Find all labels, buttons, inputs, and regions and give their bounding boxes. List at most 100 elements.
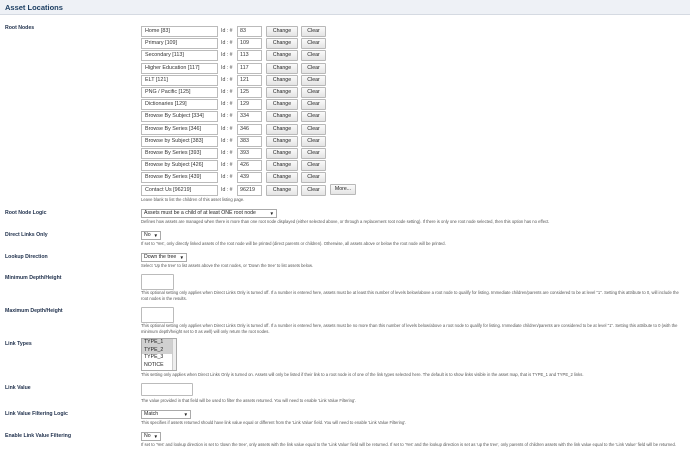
root-node-id-field[interactable]: 426: [237, 160, 262, 172]
root-node-name-field[interactable]: Browse By Series [393]: [141, 148, 218, 159]
root-node-id-field[interactable]: 113: [237, 50, 262, 62]
clear-button[interactable]: Clear: [301, 62, 326, 74]
root-node-logic-label: Root Node Logic: [5, 210, 47, 216]
chevron-down-icon: ▼: [183, 412, 188, 417]
enable-link-value-filtering-value: No: [144, 433, 151, 439]
link-value-filtering-logic-select[interactable]: Match ▼: [141, 410, 191, 419]
id-label: Id : #: [221, 28, 233, 34]
clear-button[interactable]: Clear: [301, 74, 326, 86]
root-node-id-field[interactable]: 83: [237, 26, 262, 37]
change-button[interactable]: Change: [266, 184, 298, 196]
root-node-id-field[interactable]: 346: [237, 123, 262, 135]
root-node-name-field[interactable]: Browse By Subject [334]: [141, 111, 218, 123]
root-node-name-field[interactable]: Secondary [113]: [141, 50, 218, 62]
change-button[interactable]: Change: [266, 74, 298, 86]
link-value-filtering-logic-label: Link Value Filtering Logic: [5, 411, 68, 417]
clear-button[interactable]: Clear: [301, 160, 326, 172]
clear-button[interactable]: Clear: [301, 50, 326, 62]
change-button[interactable]: Change: [266, 135, 298, 147]
more-button[interactable]: More...: [330, 184, 356, 195]
change-button[interactable]: Change: [266, 50, 298, 62]
root-node-id-field[interactable]: 96219: [237, 184, 262, 196]
root-node-id-field[interactable]: 125: [237, 87, 262, 98]
root-node-name-field[interactable]: Browse By Series [439]: [141, 172, 218, 184]
clear-button[interactable]: Clear: [301, 135, 326, 147]
change-button[interactable]: Change: [266, 123, 298, 135]
root-node-logic-select[interactable]: Assets must be a child of at least ONE r…: [141, 209, 277, 218]
max-depth-input[interactable]: [141, 307, 174, 323]
link-value-filtering-logic-value: Match: [144, 411, 159, 417]
root-node-name-field[interactable]: Dictionaries [129]: [141, 99, 218, 111]
change-button[interactable]: Change: [266, 172, 298, 184]
id-label: Id : #: [221, 89, 233, 95]
link-type-option[interactable]: TYPE_3: [142, 354, 176, 362]
root-node-name-field[interactable]: Browse by Subject [383]: [141, 135, 218, 147]
link-type-option[interactable]: NOTICE: [142, 362, 176, 370]
change-button[interactable]: Change: [266, 62, 298, 74]
lookup-direction-value: Down the tree: [144, 254, 177, 260]
root-node-id-field[interactable]: 383: [237, 135, 262, 147]
min-depth-label: Minimum Depth/Height: [5, 275, 62, 281]
root-node-name-field[interactable]: Contact Us [96219]: [141, 184, 218, 196]
root-node-name-field[interactable]: Browse By Series [346]: [141, 123, 218, 135]
direct-links-only-select[interactable]: No ▼: [141, 231, 161, 240]
lookup-direction-select[interactable]: Down the tree ▼: [141, 253, 187, 262]
root-node-name-field[interactable]: ELT [121]: [141, 74, 218, 86]
change-button[interactable]: Change: [266, 99, 298, 111]
change-button[interactable]: Change: [266, 111, 298, 123]
link-value-label: Link Value: [5, 385, 31, 391]
change-button[interactable]: Change: [266, 26, 298, 37]
clear-button[interactable]: Clear: [301, 87, 326, 98]
section-header: Asset Locations: [0, 0, 690, 15]
id-label: Id : #: [221, 64, 233, 71]
root-node-id-field[interactable]: 121: [237, 74, 262, 86]
clear-button[interactable]: Clear: [301, 38, 326, 50]
root-node-logic-help: Defines how assets are managed when ther…: [141, 219, 550, 224]
clear-button[interactable]: Clear: [301, 184, 326, 196]
change-button[interactable]: Change: [266, 38, 298, 50]
id-label: Id : #: [221, 174, 233, 181]
clear-button[interactable]: Clear: [301, 99, 326, 111]
root-node-name-field[interactable]: Primary [109]: [141, 38, 218, 50]
link-value-input[interactable]: [141, 383, 193, 396]
link-value-help: The value provided in that field will be…: [141, 398, 357, 403]
id-label: Id : #: [221, 137, 233, 144]
direct-links-only-help: If set to 'Yes', only directly linked as…: [141, 241, 446, 246]
max-depth-help: This optional setting only applies when …: [141, 323, 678, 334]
link-value-filtering-logic-help: This specifies if assets returned should…: [141, 420, 407, 425]
root-node-name-field[interactable]: PNG / Pacific [125]: [141, 87, 218, 98]
scrollbar[interactable]: [172, 339, 176, 370]
link-type-option[interactable]: TYPE_2: [142, 346, 176, 354]
id-label: Id : #: [221, 162, 233, 169]
change-button[interactable]: Change: [266, 160, 298, 172]
root-node-id-field[interactable]: 129: [237, 99, 262, 111]
link-types-multiselect[interactable]: TYPE_1 TYPE_2 TYPE_3 NOTICE: [141, 338, 177, 371]
link-types-label: Link Types: [5, 341, 32, 347]
clear-button[interactable]: Clear: [301, 26, 326, 37]
clear-button[interactable]: Clear: [301, 172, 326, 184]
clear-button[interactable]: Clear: [301, 148, 326, 159]
change-button[interactable]: Change: [266, 87, 298, 98]
root-node-logic-value: Assets must be a child of at least ONE r…: [144, 210, 256, 216]
root-node-id-field[interactable]: 393: [237, 148, 262, 159]
root-node-id-field[interactable]: 439: [237, 172, 262, 184]
enable-link-value-filtering-label: Enable Link Value Filtering: [5, 433, 72, 439]
root-node-name-field[interactable]: Browse by Subject [426]: [141, 160, 218, 172]
root-node-name-field[interactable]: Higher Education [117]: [141, 62, 218, 74]
root-nodes-label: Root Nodes: [5, 25, 35, 31]
id-label: Id : #: [221, 101, 233, 108]
clear-button[interactable]: Clear: [301, 111, 326, 123]
id-label: Id : #: [221, 76, 233, 83]
clear-button[interactable]: Clear: [301, 123, 326, 135]
root-nodes-help: Leave blank to list the children of this…: [141, 197, 245, 202]
root-node-id-field[interactable]: 109: [237, 38, 262, 50]
min-depth-input[interactable]: [141, 274, 174, 290]
root-node-id-field[interactable]: 117: [237, 62, 262, 74]
root-node-name-field[interactable]: Home [83]: [141, 26, 218, 37]
root-node-id-field[interactable]: 334: [237, 111, 262, 123]
change-button[interactable]: Change: [266, 148, 298, 159]
id-label: Id : #: [221, 150, 233, 156]
link-type-option[interactable]: TYPE_1: [142, 339, 176, 347]
enable-link-value-filtering-select[interactable]: No ▼: [141, 432, 161, 441]
chevron-down-icon: ▼: [269, 211, 274, 216]
